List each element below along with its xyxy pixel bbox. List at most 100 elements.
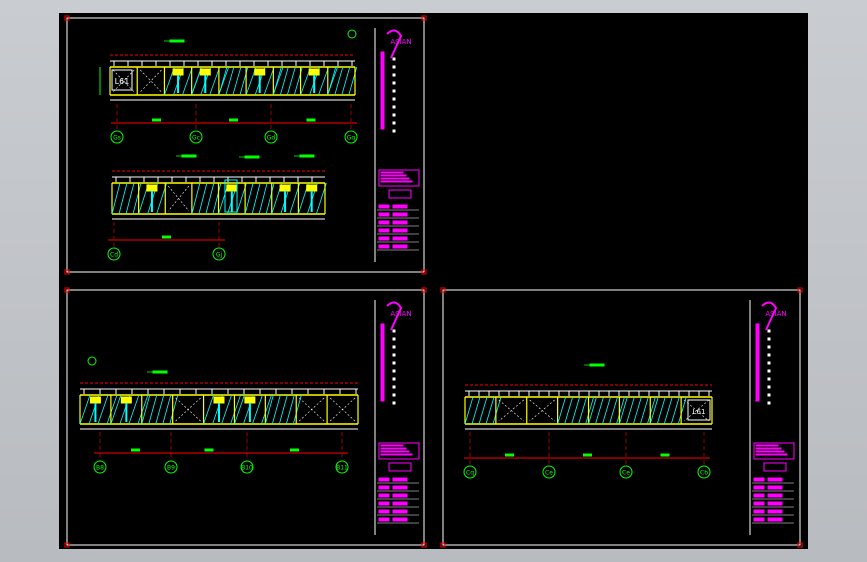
- hatch-line: [162, 394, 172, 425]
- title-text-glyph: [380, 102, 385, 106]
- panel-door: [164, 66, 202, 96]
- hatch-line: [111, 182, 121, 215]
- fixture: [120, 396, 132, 404]
- fixture: [199, 68, 211, 76]
- title-text-glyph: [755, 353, 760, 357]
- title-dot: [392, 393, 396, 397]
- title-text-glyph: [380, 57, 385, 61]
- panel-door: [138, 182, 168, 215]
- title-dot: [392, 377, 396, 381]
- title-info-line: [380, 180, 413, 183]
- panel-cross: [299, 397, 325, 422]
- title-dot: [392, 121, 396, 125]
- title-info-line: [755, 444, 779, 447]
- hatch-line: [218, 66, 228, 96]
- title-dot: [392, 105, 396, 109]
- hatch-line: [191, 182, 201, 215]
- logo-text: ASIAN: [765, 310, 786, 318]
- axis-grid: B8 B9 B10 B11: [93, 432, 349, 474]
- leader-text: [589, 363, 605, 367]
- hatch-line: [663, 396, 673, 425]
- title-text-glyph: [755, 338, 760, 342]
- hatch-line: [625, 396, 635, 425]
- panel-door: [297, 182, 327, 215]
- title-row-text: [392, 220, 408, 225]
- dimension-text: [306, 118, 316, 122]
- title-info-line: [380, 177, 410, 180]
- title-text-glyph: [380, 335, 385, 339]
- title-text-glyph: [380, 389, 385, 393]
- wall-elevation: [111, 170, 327, 220]
- fixture: [306, 184, 318, 192]
- dimension-text: [505, 453, 514, 457]
- title-dot: [392, 57, 396, 61]
- hatch-line: [639, 396, 649, 425]
- title-text-glyph: [755, 395, 760, 399]
- sheet-1: ASIAN L61 Gs Gc Gd Gq Cd Gj: [64, 15, 427, 275]
- axis-label: Cq: [466, 470, 474, 477]
- hatch-line: [578, 396, 588, 425]
- hatch-line: [557, 396, 567, 425]
- title-row-text: [753, 517, 765, 522]
- hatch-line: [571, 396, 581, 425]
- title-block: ASIAN: [374, 28, 420, 262]
- dimension-text: [660, 453, 670, 457]
- title-dot: [767, 337, 771, 341]
- title-row-text: [392, 517, 408, 522]
- elevation-label: L61: [693, 408, 706, 416]
- hatch-line: [318, 66, 329, 96]
- hatch-line: [478, 396, 488, 425]
- title-row-text: [378, 485, 390, 490]
- title-stamp: [763, 462, 787, 472]
- title-text-glyph: [380, 374, 385, 378]
- title-dot: [392, 81, 396, 85]
- fixture: [89, 396, 101, 404]
- title-text-glyph: [380, 84, 385, 88]
- title-stamp: [388, 462, 412, 472]
- title-row-text: [378, 204, 390, 209]
- cad-drawing-svg[interactable]: ASIANL61Gs Gc Gd GqCd GjASIANB8 B9 B10 B11ASIAN…: [59, 13, 808, 549]
- title-row-text: [392, 212, 408, 217]
- title-text-glyph: [380, 344, 385, 348]
- axis-label: Ce: [545, 470, 553, 477]
- title-row-text: [378, 501, 390, 506]
- title-row-text: [392, 493, 408, 498]
- title-text-glyph: [380, 117, 385, 121]
- sheet-3: ASIAN L61 Cq Ce Ce Cb: [440, 287, 803, 548]
- axis-label: B8: [96, 465, 104, 472]
- section-marker: [87, 356, 97, 366]
- title-row-text: [378, 228, 390, 233]
- hatch-line: [485, 396, 495, 425]
- panel-door: [218, 182, 247, 215]
- title-text-glyph: [755, 398, 760, 402]
- title-row-text: [392, 477, 408, 482]
- cad-model-space[interactable]: ASIAN L61 Gs Gc Gd Gq Cd Gj ASIAN B8 B9 B10 B11 ASIAN…: [59, 13, 808, 549]
- hatch-line: [205, 182, 215, 215]
- title-dot: [392, 65, 396, 69]
- title-text-glyph: [755, 365, 760, 369]
- title-row-text: [392, 236, 408, 241]
- axis-label: Cd: [110, 252, 118, 259]
- axis-label: B9: [167, 465, 175, 472]
- panel-hatch: [272, 66, 303, 96]
- title-text-glyph: [380, 392, 385, 396]
- title-row-text: [753, 509, 765, 514]
- panel-hatch: [327, 66, 358, 96]
- title-text-glyph: [380, 120, 385, 124]
- fixture: [226, 184, 238, 192]
- title-text-glyph: [380, 362, 385, 366]
- title-text-glyph: [380, 359, 385, 363]
- hatch-line: [272, 66, 282, 96]
- title-text-glyph: [380, 380, 385, 384]
- title-row-text: [392, 509, 408, 514]
- hatch-line: [209, 66, 221, 96]
- title-text-glyph: [755, 362, 760, 366]
- title-text-glyph: [755, 383, 760, 387]
- title-row-text: [392, 485, 408, 490]
- hatch-line: [327, 66, 337, 96]
- title-text-glyph: [380, 75, 385, 79]
- hatch-line: [155, 394, 165, 425]
- title-info-line: [755, 453, 788, 456]
- title-row-text: [378, 212, 390, 217]
- title-row-text: [767, 501, 783, 506]
